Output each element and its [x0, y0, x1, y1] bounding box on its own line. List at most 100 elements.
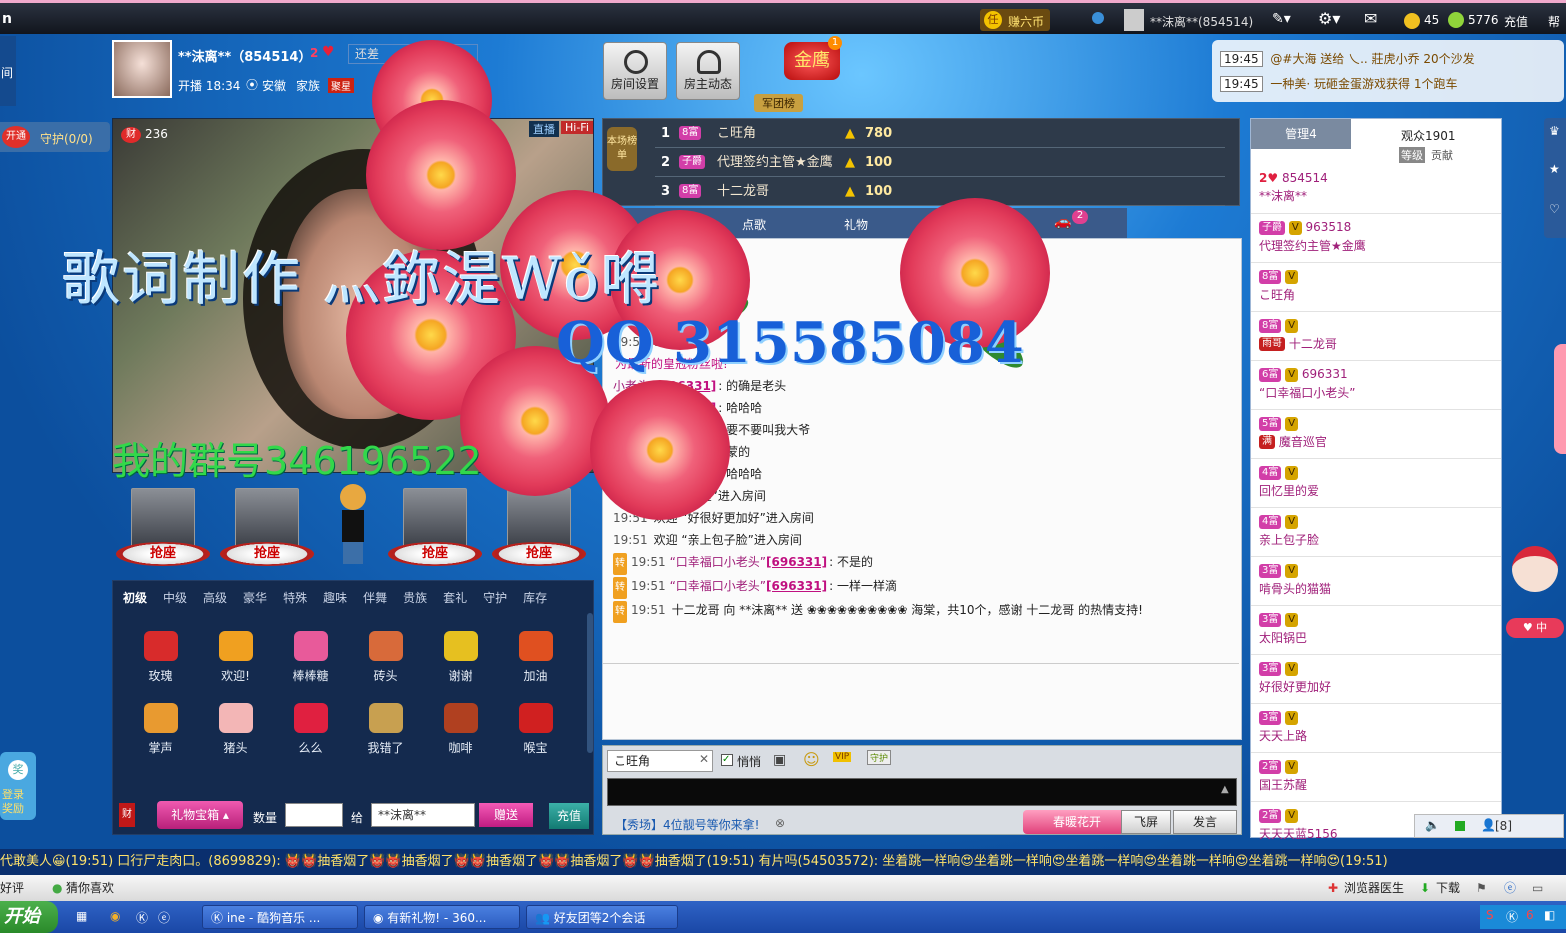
audience-item[interactable]: 子爵 V 963518 代理签约主管★金鹰 [1251, 214, 1501, 263]
sort-level[interactable]: 等级 [1399, 147, 1425, 163]
kugou-icon[interactable]: Ⓚ [136, 909, 148, 926]
chat-line[interactable]: 转 19:51 “口幸福口小老头”[696331]: 不是的 [603, 551, 1239, 575]
guard-count[interactable]: 守护(0/0) [40, 130, 93, 147]
guard-bar[interactable]: 开通 守护(0/0) [0, 122, 110, 152]
rank-user[interactable]: 代理签约主管★金鹰 [717, 148, 833, 177]
help-link[interactable]: 帮 [1548, 13, 1560, 30]
vip-icon[interactable]: VIP [833, 752, 852, 762]
notice-2[interactable]: 19:45 一种美· 玩砸金蛋游戏获得 1个跑车 [1220, 75, 1458, 92]
audience-name[interactable]: 代理签约主管★金鹰 [1259, 239, 1366, 253]
emoji-icon[interactable]: ☺ [803, 750, 820, 769]
close-promo-icon[interactable]: ⊗ [775, 816, 785, 830]
gift-item[interactable]: 咖啡 [423, 703, 498, 775]
fly-screen-button[interactable]: 飞屏 [1121, 810, 1171, 834]
expand-icon[interactable]: ▲ [1221, 784, 1229, 795]
guess-like-link[interactable]: 猜你喜欢 [66, 875, 114, 901]
audience-item[interactable]: 2♥ 854514 **沫离** [1251, 165, 1501, 214]
audience-name[interactable]: 亲上包子脸 [1259, 533, 1319, 547]
chat-user-id[interactable]: [696331] [766, 555, 827, 569]
notice-1[interactable]: 19:45 @#大海 送给 乀.. 莊虎小乔 20个沙发 [1220, 50, 1475, 67]
status-icon[interactable] [1092, 12, 1104, 24]
sort-contrib[interactable]: 贡献 [1431, 147, 1453, 163]
clear-target-icon[interactable]: ✕ [699, 752, 709, 766]
gift-tab[interactable]: 库存 [523, 589, 547, 606]
open-badge[interactable]: 开通 [2, 126, 30, 148]
login-reward-button[interactable]: 奖 登录奖励 [0, 752, 36, 820]
audience-name[interactable]: 啃骨头的猫猫 [1259, 582, 1331, 596]
gift-item[interactable]: 喉宝 [498, 703, 573, 775]
host-name[interactable]: **沫离**（854514） [178, 46, 311, 65]
gift-tab[interactable]: 特殊 [283, 589, 307, 606]
audience-item[interactable]: 3富 V 啃骨头的猫猫 [1251, 557, 1501, 606]
gift-item[interactable]: 棒棒糖 [273, 631, 348, 703]
audience-name[interactable]: 天天上路 [1259, 729, 1307, 743]
audience-item[interactable]: 3富 V 太阳锅巴 [1251, 606, 1501, 655]
ie-icon[interactable]: ⓔ [1504, 875, 1516, 901]
tray-s-icon[interactable]: S [1486, 908, 1494, 922]
send-message-button[interactable]: 发言 [1173, 810, 1237, 834]
host-avatar[interactable] [112, 40, 172, 98]
gift-tab[interactable]: 套礼 [443, 589, 467, 606]
audience-name[interactable]: 太阳锅巴 [1259, 631, 1307, 645]
room-settings-button[interactable]: 房间设置 [603, 42, 667, 100]
browser-doctor-link[interactable]: 浏览器医生 [1344, 875, 1404, 901]
recharge-link[interactable]: 充值 [1504, 13, 1528, 30]
guard-icon[interactable]: 守护 [867, 750, 892, 765]
user-avatar[interactable] [1124, 9, 1144, 31]
audience-item[interactable]: 8富 V 雨哥 十二龙哥 [1251, 312, 1501, 361]
seat-1[interactable]: 抢座 [116, 488, 210, 566]
audience-name[interactable]: **沫离** [1259, 189, 1307, 203]
treasure-box-button[interactable]: 礼物宝箱 ▴ [157, 801, 243, 829]
image-icon[interactable]: ▣ [773, 752, 786, 768]
gift-item[interactable]: 砖头 [348, 631, 423, 703]
chat-line[interactable]: 转 19:51 “口幸福口小老头”[696331]: 一样一样滴 [603, 575, 1239, 599]
gift-tab[interactable]: 趣味 [323, 589, 347, 606]
ranking-row[interactable]: 1 8富 こ旺角 ▲ 780 [655, 119, 1225, 148]
audience-item[interactable]: 8富 V こ旺角 [1251, 263, 1501, 312]
tab-gift[interactable]: 礼物 [844, 216, 868, 233]
desktop-icon[interactable]: ▦ [76, 909, 87, 923]
ie-quick-icon[interactable]: ⓔ [158, 909, 170, 926]
qty-input[interactable] [285, 803, 343, 827]
seat-4[interactable]: 抢座 [492, 488, 586, 566]
gift-tab[interactable]: 初级 [123, 589, 147, 606]
chat-user-name[interactable]: “口幸福口小老头” [670, 555, 766, 569]
task-browser[interactable]: ◉ 有新礼物! - 360... [364, 905, 520, 929]
gift-tab[interactable]: 豪华 [243, 589, 267, 606]
gift-target-select[interactable]: **沫离** [371, 803, 475, 827]
start-button[interactable]: 开始 [0, 901, 58, 933]
tab-song[interactable]: 点歌 [742, 216, 766, 233]
window-icon[interactable]: ▭ [1532, 875, 1543, 901]
host-news-button[interactable]: 房主动态 [676, 42, 740, 100]
seat-2[interactable]: 抢座 [220, 488, 314, 566]
audience-name[interactable]: 天天天蓝5156 [1259, 827, 1338, 841]
crown-icon[interactable]: ♛ [1549, 124, 1560, 138]
family-tag[interactable]: 聚星 [328, 78, 354, 93]
gift-item[interactable]: 玫瑰 [123, 631, 198, 703]
mail-icon[interactable]: ✉ [1364, 9, 1377, 28]
audience-name[interactable]: 回忆里的爱 [1259, 484, 1319, 498]
gift-tab[interactable]: 守护 [483, 589, 507, 606]
audience-name[interactable]: 十二龙哥 [1289, 337, 1337, 351]
promo-link[interactable]: 【秀场】4位靓号等你来拿! [615, 816, 759, 833]
earn-coins-button[interactable]: 任 赚六币 [980, 9, 1050, 31]
gift-tab[interactable]: 伴舞 [363, 589, 387, 606]
tab-audience[interactable]: 观众1901 [1401, 127, 1456, 144]
spring-blossom-button[interactable]: 春暖花开 [1023, 810, 1133, 834]
rank-user[interactable]: 十二龙哥 [717, 177, 769, 206]
download-link[interactable]: 下载 [1436, 875, 1460, 901]
task-chat[interactable]: 👥 好友团等2个会话 [526, 905, 678, 929]
seat-character[interactable] [334, 484, 370, 568]
gift-tab[interactable]: 中级 [163, 589, 187, 606]
army-rank-button[interactable]: 军团榜 [754, 94, 803, 112]
audience-item[interactable]: 3富 V 天天上路 [1251, 704, 1501, 753]
gift-tab[interactable]: 高级 [203, 589, 227, 606]
chat-target-select[interactable]: こ旺角 [607, 750, 713, 772]
review-link[interactable]: 好评 [0, 875, 24, 901]
gift-item[interactable]: 猪头 [198, 703, 273, 775]
star-icon[interactable]: ★ [1549, 162, 1560, 176]
gift-item[interactable]: 谢谢 [423, 631, 498, 703]
audience-item[interactable]: 5富 V满 魔音巡官 [1251, 410, 1501, 459]
tray-6-icon[interactable]: 6 [1526, 908, 1534, 922]
audience-item[interactable]: 2富 V 国王苏醒 [1251, 753, 1501, 802]
